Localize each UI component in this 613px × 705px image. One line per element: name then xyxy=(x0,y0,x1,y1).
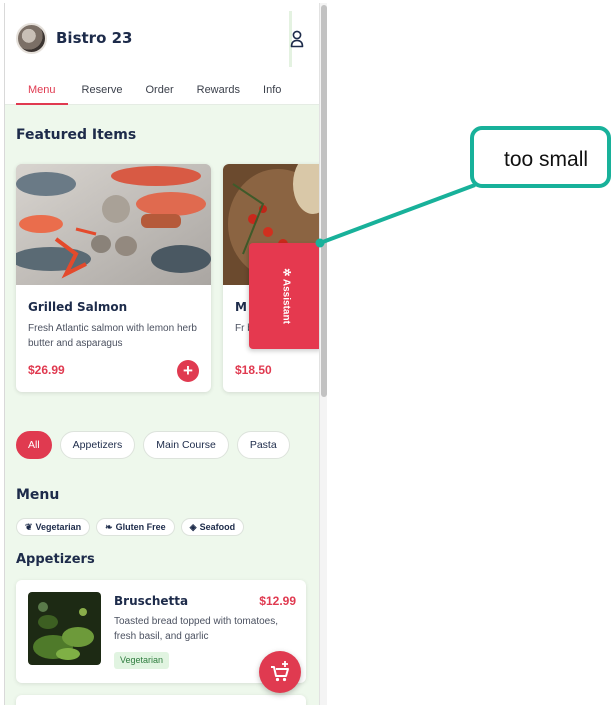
filter-seafood[interactable]: ◈ Seafood xyxy=(180,518,245,536)
tab-info[interactable]: Info xyxy=(257,81,287,105)
assistant-text: Assistant xyxy=(280,278,291,324)
tab-menu[interactable]: Menu xyxy=(16,81,68,105)
tab-bar: Menu Reserve Order Rewards Info xyxy=(16,81,298,105)
featured-item-price: $18.50 xyxy=(235,363,272,377)
featured-title: Featured Items xyxy=(16,127,137,143)
dietary-filters: ❦ Vegetarian ❧ Gluten Free ◈ Seafood xyxy=(16,518,250,536)
add-to-cart-button[interactable]: + xyxy=(177,360,199,382)
menu-item-next[interactable] xyxy=(16,695,306,705)
featured-item-name: M xyxy=(235,300,247,314)
category-chip-all[interactable]: All xyxy=(16,431,52,459)
screen: Bistro 23 Menu Reserve Order Rewards Inf… xyxy=(0,0,613,705)
section-title: Appetizers xyxy=(16,552,95,567)
fish-icon: ◈ xyxy=(189,522,197,532)
assistant-tab[interactable]: ✲ Assistant xyxy=(249,243,319,349)
sparkle-icon: ✲ xyxy=(280,268,291,277)
featured-card-grilled-salmon[interactable]: Grilled Salmon Fresh Atlantic salmon wit… xyxy=(16,164,211,392)
app-title: Bistro 23 xyxy=(56,29,133,47)
menu-item-name: Bruschetta xyxy=(114,594,189,608)
category-chip-appetizers[interactable]: Appetizers xyxy=(59,431,136,459)
add-to-cart-icon xyxy=(271,661,289,682)
featured-item-price: $26.99 xyxy=(28,363,65,377)
category-filter: All Appetizers Main Course Pasta xyxy=(16,431,298,459)
wheat-icon: ❧ xyxy=(105,522,113,532)
featured-item-name: Grilled Salmon xyxy=(28,300,128,314)
tab-reserve[interactable]: Reserve xyxy=(76,81,129,105)
leaf-icon: ❦ xyxy=(25,522,33,532)
annotation-text: too small xyxy=(504,148,589,171)
tab-rewards[interactable]: Rewards xyxy=(191,81,246,105)
filter-gluten-free[interactable]: ❧ Gluten Free xyxy=(96,518,175,536)
menu-item-price: $12.99 xyxy=(259,594,296,608)
category-chip-pasta[interactable]: Pasta xyxy=(236,431,290,459)
filter-label: Seafood xyxy=(199,522,236,532)
featured-item-description: Fresh Atlantic salmon with lemon herb bu… xyxy=(28,323,197,349)
restaurant-logo xyxy=(16,23,47,54)
bruschetta-image xyxy=(28,592,101,665)
vegetarian-tag: Vegetarian xyxy=(114,652,170,669)
filter-vegetarian[interactable]: ❦ Vegetarian xyxy=(16,518,91,536)
user-icon[interactable] xyxy=(290,30,304,48)
category-chip-main-course[interactable]: Main Course xyxy=(143,431,229,459)
menu-title: Menu xyxy=(16,487,60,503)
scrollbar[interactable] xyxy=(319,3,327,705)
menu-item-description: Toasted bread topped with tomatoes, fres… xyxy=(114,616,278,642)
filter-label: Gluten Free xyxy=(115,522,166,532)
seafood-image xyxy=(16,164,211,285)
annotation-callout: too small xyxy=(470,126,611,188)
filter-label: Vegetarian xyxy=(35,522,82,532)
tab-order[interactable]: Order xyxy=(140,81,180,105)
app-viewport: Bistro 23 Menu Reserve Order Rewards Inf… xyxy=(4,3,319,705)
cart-button[interactable] xyxy=(259,651,301,693)
app-header: Bistro 23 Menu Reserve Order Rewards Inf… xyxy=(5,3,319,105)
scrollbar-thumb[interactable] xyxy=(321,5,327,397)
assistant-label: ✲ Assistant xyxy=(280,268,291,324)
